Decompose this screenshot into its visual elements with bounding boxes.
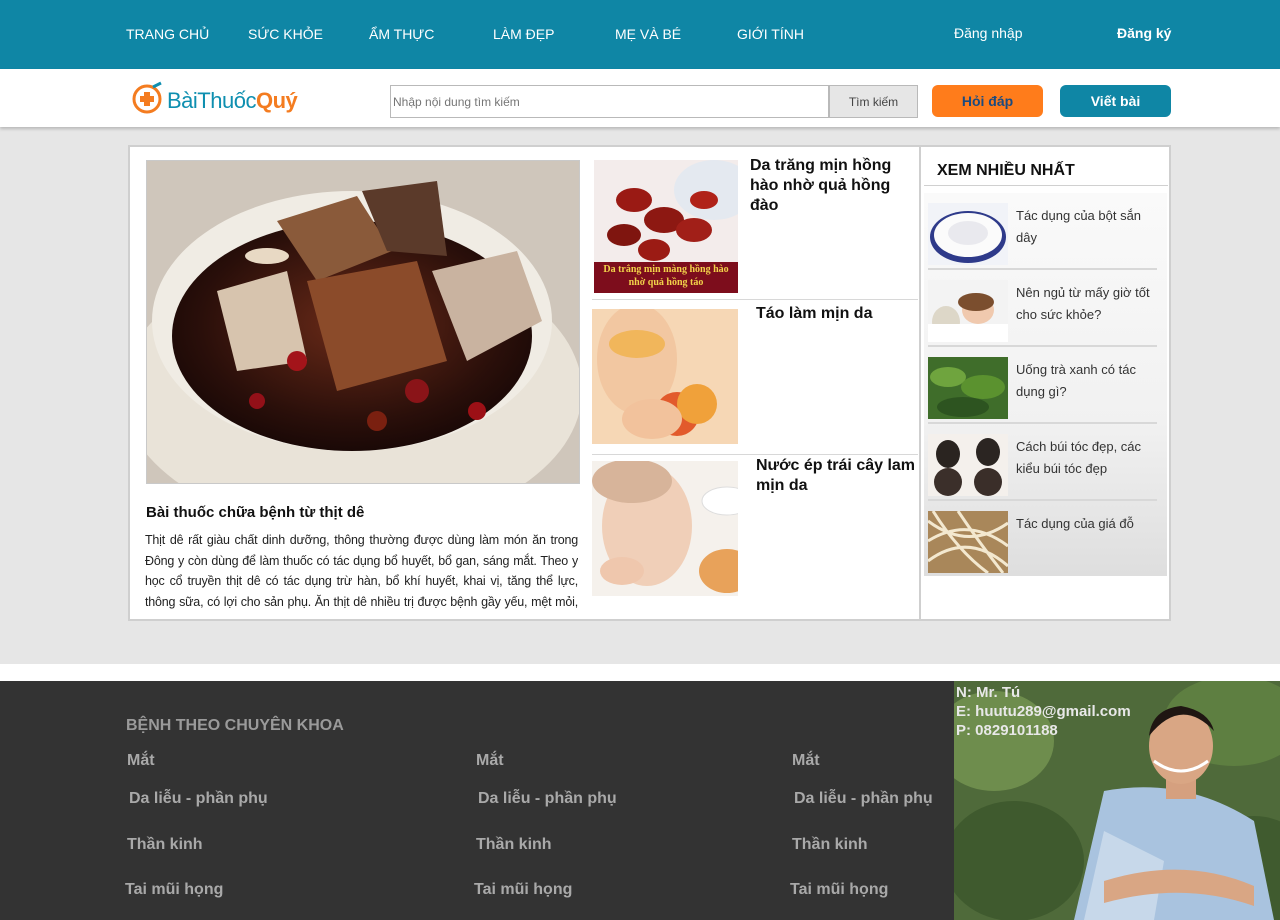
side-article-title-1[interactable]: Da trăng mịn hồng hào nhờ quả hồng đào (750, 156, 915, 216)
nav-item-cuisine[interactable]: ẨM THỰC (369, 26, 434, 42)
footer-link-dermatology[interactable]: Da liễu - phần phụ (794, 790, 933, 808)
side-article-image-1[interactable]: Da trắng mịn màng hồng hào nhờ quả hồng … (594, 160, 738, 293)
popular-item-title[interactable]: Nên ngủ từ mấy giờ tốt cho sức khỏe? (1016, 282, 1151, 326)
featured-article-title[interactable]: Bài thuốc chữa bệnh từ thịt dê (146, 504, 364, 521)
footer-link-neurology[interactable]: Thần kinh (127, 836, 203, 854)
nav-item-health[interactable]: SỨC KHỎE (248, 26, 323, 42)
search-input[interactable] (390, 85, 829, 118)
popular-thumb-image[interactable] (928, 203, 1008, 265)
footer-link-neurology[interactable]: Thần kinh (476, 836, 552, 854)
divider (924, 185, 1168, 186)
header-bar: BàiThuốcQuý Tìm kiếm Hỏi đáp Viết bài (0, 69, 1280, 127)
featured-article-image[interactable] (146, 160, 580, 484)
site-logo[interactable]: BàiThuốcQuý (131, 81, 309, 117)
popular-thumb-image[interactable] (928, 357, 1008, 419)
popular-item-title[interactable]: Tác dụng của bột sắn dây (1016, 205, 1151, 249)
popular-item-title[interactable]: Cách búi tóc đẹp, các kiểu búi tóc đẹp (1016, 436, 1151, 480)
popular-thumb-image[interactable] (928, 434, 1008, 496)
logo-cross-icon (132, 81, 162, 114)
divider (592, 454, 918, 455)
featured-article-excerpt: Thịt dê rất giàu chất dinh dưỡng, thông … (145, 533, 578, 609)
side-article-image-caption: Da trắng mịn màng hồng hào nhờ quả hồng … (603, 264, 729, 288)
popular-item[interactable]: Nên ngủ từ mấy giờ tốt cho sức khỏe? (924, 270, 1167, 347)
footer-link-dermatology[interactable]: Da liễu - phần phụ (129, 790, 268, 808)
popular-thumb-image[interactable] (928, 511, 1008, 573)
popular-heading: XEM NHIỀU NHẤT (937, 162, 1075, 179)
footer-link-ent[interactable]: Tai mũi họng (125, 881, 223, 899)
footer-heading: BỆNH THEO CHUYÊN KHOA (126, 717, 344, 734)
footer-link-ent[interactable]: Tai mũi họng (790, 881, 888, 899)
popular-item[interactable]: Tác dụng của bột sắn dây (924, 193, 1167, 270)
footer-link-ent[interactable]: Tai mũi họng (474, 881, 572, 899)
divider (592, 299, 918, 300)
login-link[interactable]: Đăng nhập (954, 25, 1023, 41)
popular-item-title[interactable]: Uống trà xanh có tác dụng gì? (1016, 359, 1151, 403)
search-button[interactable]: Tìm kiếm (829, 85, 918, 118)
signup-link[interactable]: Đăng ký (1117, 25, 1171, 41)
popular-item[interactable]: Uống trà xanh có tác dụng gì? (924, 347, 1167, 424)
side-article-image-2[interactable] (592, 309, 738, 444)
write-post-button[interactable]: Viết bài (1060, 85, 1171, 117)
nav-item-gender[interactable]: GIỚI TÍNH (737, 26, 804, 42)
popular-thumb-image[interactable] (928, 280, 1008, 342)
logo-text-primary: BàiThuốc (167, 88, 256, 113)
contact-email[interactable]: E: huutu289@gmail.com (956, 703, 1131, 720)
footer-link-eye[interactable]: Mắt (127, 752, 155, 770)
footer-link-dermatology[interactable]: Da liễu - phần phụ (478, 790, 617, 808)
side-article-image-3[interactable] (592, 461, 738, 596)
nav-item-beauty[interactable]: LÀM ĐẸP (493, 26, 554, 42)
top-nav-bar: TRANG CHỦ SỨC KHỎE ẨM THỰC LÀM ĐẸP MẸ VÀ… (0, 0, 1280, 69)
popular-item[interactable]: Cách búi tóc đẹp, các kiểu búi tóc đẹp (924, 424, 1167, 501)
contact-phone[interactable]: P: 0829101188 (956, 722, 1058, 739)
side-article-title-2[interactable]: Táo làm mịn da (756, 304, 916, 324)
logo-text-accent: Quý (255, 88, 298, 113)
nav-item-home[interactable]: TRANG CHỦ (126, 26, 209, 42)
footer-link-eye[interactable]: Mắt (476, 752, 504, 770)
footer-link-eye[interactable]: Mắt (792, 752, 820, 770)
popular-item-title[interactable]: Tác dụng của giá đỗ (1016, 513, 1151, 535)
side-article-title-3[interactable]: Nước ép trái cây lam mịn da (756, 456, 918, 496)
ask-question-button[interactable]: Hỏi đáp (932, 85, 1043, 117)
popular-list: Tác dụng của bột sắn dây Nên ngủ từ mấy … (924, 193, 1167, 576)
contact-name: N: Mr. Tú (956, 684, 1021, 701)
section-spacer (0, 664, 1280, 681)
nav-item-mom-baby[interactable]: MẸ VÀ BÉ (615, 26, 681, 42)
popular-item[interactable]: Tác dụng của giá đỗ (924, 501, 1167, 578)
footer-link-neurology[interactable]: Thần kinh (792, 836, 868, 854)
